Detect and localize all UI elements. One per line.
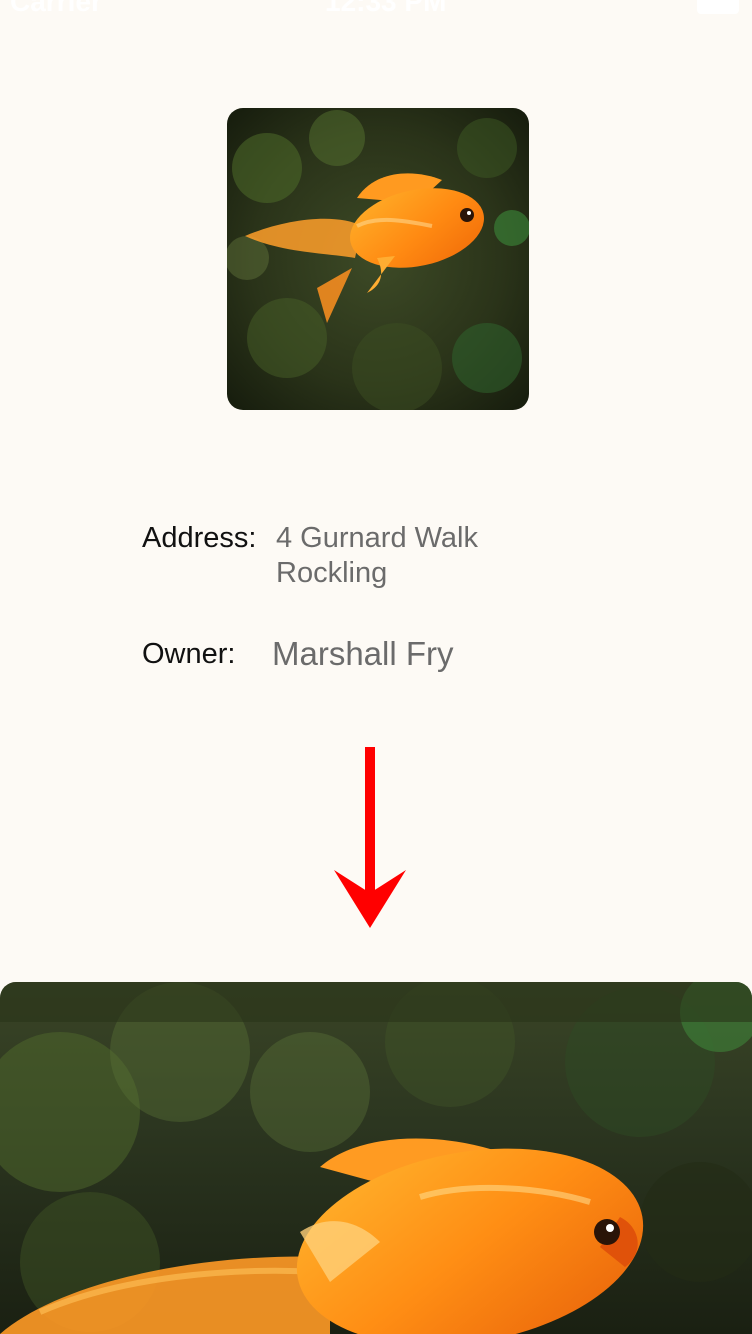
owner-label: Owner: xyxy=(142,638,236,670)
down-arrow-icon xyxy=(330,745,410,930)
goldfish-full-photo[interactable] xyxy=(0,982,752,1334)
owner-value: Marshall Fry xyxy=(272,635,454,672)
goldfish-thumbnail[interactable] xyxy=(227,108,529,410)
status-time: 12:33 PM xyxy=(325,0,447,17)
address-label: Address: xyxy=(142,522,257,554)
carrier-label: Carrier xyxy=(10,0,102,17)
address-line-2: Rockling xyxy=(276,557,388,589)
status-bar: Carrier 12:33 PM xyxy=(0,0,752,20)
address-line-1: 4 Gurnard Walk xyxy=(276,522,478,554)
battery-icon xyxy=(697,0,739,14)
